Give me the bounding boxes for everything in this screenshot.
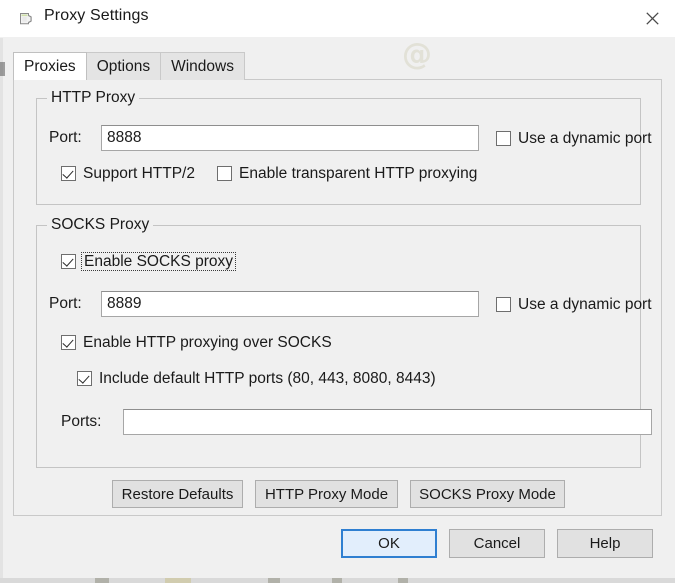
ports-label: Ports: <box>61 413 102 430</box>
transparent-proxying-label: Enable transparent HTTP proxying <box>239 165 478 182</box>
ports-input[interactable] <box>123 409 652 435</box>
checkbox-box <box>61 166 76 181</box>
support-http2-checkbox[interactable]: Support HTTP/2 <box>61 165 195 182</box>
tab-windows[interactable]: Windows <box>160 52 245 80</box>
proxies-tab-panel: HTTP Proxy Port: Use a dynamic port Supp… <box>13 79 662 516</box>
http-over-socks-row: Enable HTTP proxying over SOCKS <box>61 334 332 351</box>
socks-port-row: Port: Use a dynamic port <box>49 291 652 317</box>
mode-button-row: Restore Defaults HTTP Proxy Mode SOCKS P… <box>36 480 641 508</box>
tab-bar: Proxies Options Windows <box>13 52 245 80</box>
socks-port-input[interactable] <box>101 291 479 317</box>
background-window-edge <box>0 38 3 583</box>
http-proxying-over-socks-checkbox[interactable]: Enable HTTP proxying over SOCKS <box>61 334 332 351</box>
socks-proxy-group: SOCKS Proxy Enable SOCKS proxy Port: Use… <box>36 216 652 468</box>
transparent-proxying-checkbox[interactable]: Enable transparent HTTP proxying <box>217 165 477 182</box>
ok-button[interactable]: OK <box>341 529 437 558</box>
background-window-artifact <box>0 62 5 76</box>
close-icon[interactable] <box>635 4 669 32</box>
background-window-artifact <box>268 578 280 583</box>
http-port-input[interactable] <box>101 125 479 151</box>
checkbox-box <box>61 335 76 350</box>
http-proxy-group: HTTP Proxy Port: Use a dynamic port Supp… <box>36 89 652 205</box>
http-dynamic-port-label: Use a dynamic port <box>518 129 652 147</box>
socks-dynamic-port-label: Use a dynamic port <box>518 295 652 313</box>
charles-pitcher-icon <box>16 8 36 28</box>
help-button[interactable]: Help <box>557 529 653 558</box>
tab-windows-label: Windows <box>171 57 234 75</box>
support-http2-label: Support HTTP/2 <box>83 165 195 182</box>
include-default-ports-row: Include default HTTP ports (80, 443, 808… <box>77 370 436 387</box>
http-dynamic-port-checkbox[interactable]: Use a dynamic port <box>496 130 652 147</box>
tab-options[interactable]: Options <box>85 52 162 80</box>
http-options-row: Support HTTP/2 Enable transparent HTTP p… <box>61 165 477 182</box>
http-port-row: Port: Use a dynamic port <box>49 125 652 151</box>
background-window-artifact <box>165 578 191 583</box>
proxy-settings-dialog: @ @ @ @ @ Proxy Settings Proxi <box>0 0 675 583</box>
socks-port-label: Port: <box>49 295 82 312</box>
restore-defaults-button[interactable]: Restore Defaults <box>112 480 243 508</box>
background-window-artifact <box>95 578 109 583</box>
background-window-artifact <box>398 578 408 583</box>
ports-row: Ports: <box>61 409 652 435</box>
http-port-label: Port: <box>49 129 82 146</box>
background-window-artifact <box>332 578 342 583</box>
tab-proxies-label: Proxies <box>24 57 76 75</box>
socks-enable-row: Enable SOCKS proxy <box>61 252 237 271</box>
socks-dynamic-port-checkbox[interactable]: Use a dynamic port <box>496 296 652 313</box>
socks-proxy-mode-button[interactable]: SOCKS Proxy Mode <box>410 480 565 508</box>
tab-options-label: Options <box>96 57 151 75</box>
checkbox-box <box>217 166 232 181</box>
http-proxying-over-socks-label: Enable HTTP proxying over SOCKS <box>83 334 332 351</box>
checkbox-box <box>77 371 92 386</box>
dialog-action-row: OK Cancel Help <box>0 529 675 558</box>
checkbox-box <box>496 130 511 146</box>
socks-proxy-group-title: SOCKS Proxy <box>47 216 154 234</box>
http-proxy-group-title: HTTP Proxy <box>47 89 140 107</box>
include-default-http-ports-label: Include default HTTP ports (80, 443, 808… <box>99 370 436 387</box>
enable-socks-proxy-label: Enable SOCKS proxy <box>81 252 237 271</box>
watermark: @ <box>402 37 432 72</box>
cancel-button[interactable]: Cancel <box>449 529 545 558</box>
checkbox-box <box>61 254 76 269</box>
titlebar: Proxy Settings <box>0 0 675 37</box>
checkbox-box <box>496 296 511 312</box>
include-default-http-ports-checkbox[interactable]: Include default HTTP ports (80, 443, 808… <box>77 370 436 387</box>
enable-socks-proxy-checkbox[interactable]: Enable SOCKS proxy <box>61 252 237 271</box>
tab-proxies[interactable]: Proxies <box>13 52 87 80</box>
http-proxy-mode-button[interactable]: HTTP Proxy Mode <box>255 480 398 508</box>
window-title: Proxy Settings <box>44 7 149 24</box>
